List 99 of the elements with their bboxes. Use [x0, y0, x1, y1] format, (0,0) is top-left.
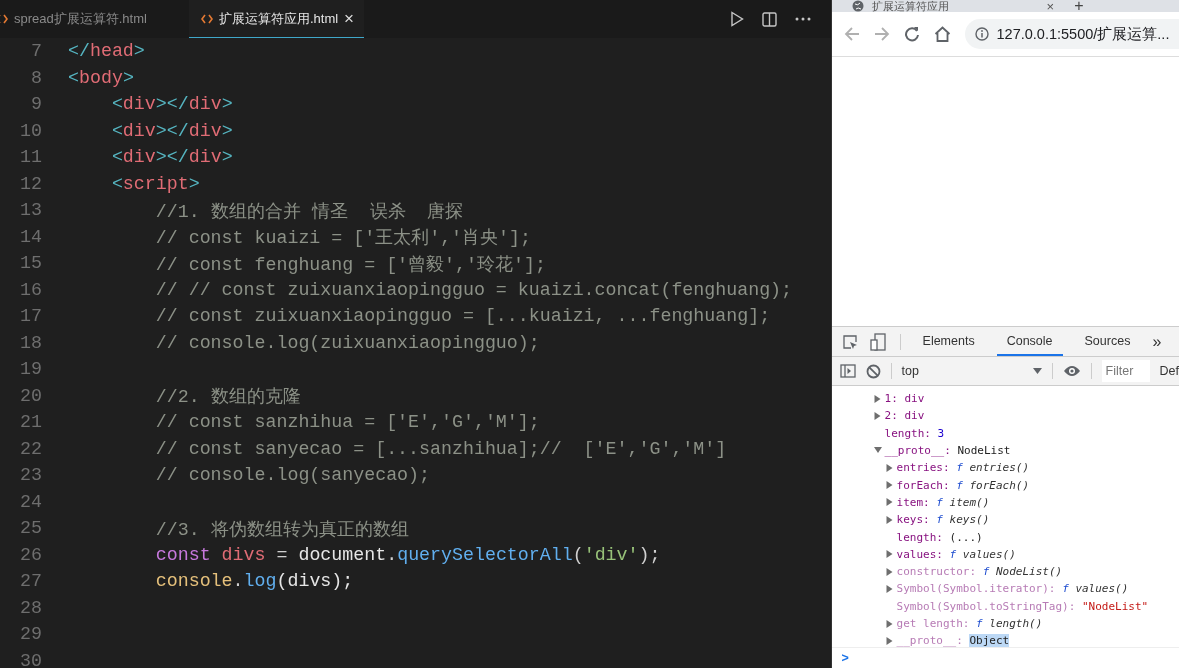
code-line: // console.log(sanyecao); — [154, 465, 431, 486]
line-number: 29 — [19, 624, 42, 645]
property-entry[interactable]: 1: div — [884, 392, 925, 406]
code-icon — [200, 13, 213, 24]
expand-arrow-icon[interactable] — [885, 515, 894, 524]
code-line: const divs = document.querySelectorAll('div'); — [154, 544, 661, 565]
sidebar-icon[interactable] — [839, 364, 856, 378]
editor-tab[interactable]: 扩展运算符应用.html × — [188, 0, 365, 38]
property-entry[interactable]: length: 3 — [884, 426, 945, 440]
devtools-tab[interactable]: Sources — [1074, 327, 1141, 356]
line-number: 21 — [19, 412, 42, 433]
property-entry[interactable]: get length: f length() — [896, 617, 1043, 630]
expand-arrow-icon[interactable] — [885, 619, 894, 628]
line-number: 22 — [19, 438, 42, 459]
more-icon[interactable] — [794, 17, 811, 21]
line-number: 24 — [19, 491, 42, 512]
property-entry[interactable]: forEach: f forEach() — [896, 478, 1029, 492]
levels-dropdown[interactable]: Def — [1159, 364, 1179, 378]
line-number: 16 — [19, 279, 42, 300]
line-number: 28 — [19, 597, 42, 618]
property-entry[interactable]: entries: f entries() — [896, 461, 1029, 475]
expand-arrow-icon[interactable] — [885, 550, 894, 559]
devtools-tab[interactable]: Elements — [912, 327, 985, 356]
line-number: 10 — [19, 120, 42, 141]
home-icon[interactable] — [933, 26, 951, 42]
property-entry[interactable]: item: f item() — [896, 495, 990, 509]
context-dropdown[interactable]: top — [901, 364, 1042, 378]
close-icon[interactable]: × — [1046, 0, 1055, 12]
code-line: // console.log(zuixuanxiaopingguo); — [154, 332, 540, 353]
line-number: 20 — [19, 385, 42, 406]
property-entry[interactable]: __proto__: Object — [896, 634, 1010, 647]
eye-icon[interactable] — [1062, 365, 1081, 377]
code-line: console.log(divs); — [154, 571, 354, 592]
line-number: 8 — [30, 67, 42, 88]
code-line: <div></div> — [110, 94, 233, 115]
code-line: </head> — [68, 41, 145, 62]
inspect-icon[interactable] — [841, 333, 858, 350]
property-entry[interactable]: 2: div — [884, 409, 925, 423]
expand-arrow-icon[interactable] — [885, 463, 894, 472]
code-line: <body> — [68, 67, 134, 88]
line-number: 15 — [19, 253, 42, 274]
editor-tab[interactable]: spread扩展运算符.html — [0, 0, 157, 38]
split-editor-icon[interactable] — [761, 11, 777, 27]
code-line: // const sanyecao = [...sanzhihua];// ['E','G','M'] — [154, 438, 727, 459]
line-number: 7 — [30, 41, 42, 62]
property-entry[interactable]: keys: f keys() — [896, 513, 990, 527]
expand-arrow-icon[interactable] — [885, 498, 894, 507]
run-icon[interactable] — [729, 11, 744, 27]
property-entry[interactable]: values: f values() — [896, 547, 1016, 561]
line-number: 18 — [19, 332, 42, 353]
line-number: 26 — [19, 544, 42, 565]
tab-label: spread扩展运算符.html — [14, 10, 147, 28]
code-line: <div></div> — [110, 147, 233, 168]
console-prompt[interactable]: > — [841, 651, 849, 665]
line-number: 11 — [19, 147, 42, 168]
filter-field[interactable]: Filter — [1101, 360, 1150, 382]
line-number: 25 — [19, 518, 42, 539]
caret-icon — [1032, 368, 1042, 374]
property-entry[interactable]: __proto__: NodeList — [884, 444, 1011, 458]
code-line: <div></div> — [110, 120, 233, 141]
code-line: //3. 将伪数组转为真正的数组 — [154, 518, 409, 541]
collapse-arrow-icon[interactable] — [873, 447, 882, 455]
code-line: // const zuixuanxiaopingguo = [...kuaizi, ...fenghuang]; — [154, 306, 771, 327]
device-icon[interactable] — [869, 332, 888, 351]
property-entry[interactable]: Symbol(Symbol.iterator): f values() — [896, 582, 1129, 596]
more-tabs-button[interactable]: » — [1152, 332, 1162, 351]
line-number: 17 — [19, 306, 42, 327]
code-line: // const kuaizi = ['王太利','肖央']; — [154, 227, 531, 250]
expand-arrow-icon[interactable] — [873, 411, 882, 420]
line-number: 23 — [19, 465, 42, 486]
clear-icon[interactable] — [865, 363, 881, 379]
line-number: 19 — [19, 359, 42, 380]
expand-arrow-icon[interactable] — [885, 584, 894, 593]
tab-label: 扩展运算符应用.html — [218, 9, 339, 28]
code-line: // // const zuixuanxiaopingguo = kuaizi.concat(fenghuang); — [154, 279, 793, 300]
property-entry[interactable]: constructor: f NodeList() — [896, 565, 1063, 579]
line-number: 30 — [19, 650, 42, 668]
close-icon[interactable]: × — [344, 8, 355, 29]
line-number: 27 — [19, 571, 42, 592]
code-line: //2. 数组的克隆 — [154, 386, 301, 409]
reload-icon[interactable] — [903, 26, 920, 42]
expand-arrow-icon[interactable] — [885, 636, 894, 645]
code-line: //1. 数组的合并 情圣 误杀 唐探 — [154, 200, 464, 223]
new-tab-button[interactable]: + — [1074, 0, 1084, 12]
address-bar[interactable]: 127.0.0.1:5500/扩展运算... — [964, 19, 1179, 49]
browser-tab-title[interactable]: 扩展运算符应用 — [871, 0, 949, 12]
expand-arrow-icon[interactable] — [873, 394, 882, 403]
line-number: 13 — [19, 200, 42, 221]
expand-arrow-icon[interactable] — [885, 481, 894, 490]
info-icon — [974, 27, 989, 41]
code-line: // const fenghuang = ['曾毅','玲花']; — [154, 253, 546, 276]
line-number: 9 — [30, 94, 42, 115]
expand-arrow-icon[interactable] — [885, 567, 894, 576]
code-line: <script> — [110, 173, 200, 194]
property-entry[interactable]: length: (...) — [896, 530, 983, 544]
line-number: 14 — [19, 226, 42, 247]
property-entry[interactable]: Symbol(Symbol.toStringTag): "NodeList" — [896, 599, 1149, 613]
code-line: // const sanzhihua = ['E','G','M']; — [154, 412, 540, 433]
line-number: 12 — [19, 173, 42, 194]
